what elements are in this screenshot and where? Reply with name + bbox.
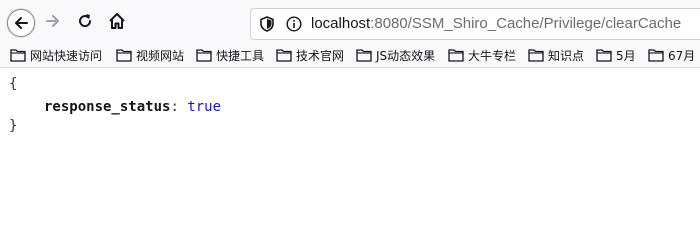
- folder-icon: [116, 48, 132, 62]
- bookmark-folder[interactable]: 大牛专栏: [448, 45, 516, 65]
- folder-icon: [196, 48, 212, 62]
- shield-icon[interactable]: [259, 16, 275, 36]
- folder-icon: [448, 48, 464, 62]
- home-button[interactable]: [102, 8, 132, 38]
- close-brace: }: [9, 118, 18, 134]
- bookmark-folder[interactable]: 网站快速访问: [10, 45, 102, 65]
- folder-icon: [648, 48, 664, 62]
- folder-icon: [528, 48, 544, 62]
- json-key: response_status: [44, 99, 171, 115]
- bookmark-label: 知识点: [548, 48, 585, 63]
- bookmark-label: JS动态效果: [376, 48, 436, 63]
- folder-icon: [10, 48, 26, 62]
- back-button[interactable]: [6, 8, 36, 38]
- reload-button[interactable]: [70, 8, 100, 38]
- json-value: true: [187, 99, 222, 115]
- bookmark-folder[interactable]: JS动态效果: [356, 45, 435, 65]
- open-brace: {: [9, 76, 18, 92]
- bookmark-label: 5月: [616, 48, 636, 63]
- bookmark-label: 视频网站: [136, 48, 185, 63]
- json-colon: :: [170, 99, 179, 115]
- url-path: :8080/SSM_Shiro_Cache/Privilege/clearCac…: [370, 15, 682, 32]
- back-arrow-icon: [7, 9, 35, 37]
- bookmark-label: 67月: [668, 48, 696, 63]
- bookmark-folder[interactable]: 视频网站: [116, 45, 184, 65]
- json-response-view: { response_status: true }: [0, 68, 700, 206]
- forward-button[interactable]: [38, 8, 68, 38]
- home-icon: [108, 12, 126, 34]
- folder-icon: [596, 48, 612, 62]
- bookmark-folder[interactable]: 知识点: [528, 45, 584, 65]
- forward-arrow-icon: [44, 12, 62, 34]
- info-icon[interactable]: [286, 16, 302, 36]
- bookmark-folder[interactable]: 快捷工具: [196, 45, 264, 65]
- bookmarks-toolbar: 网站快速访问 视频网站 快捷工具 技术官网 JS动态效果 大牛专栏 知识点 5月…: [0, 41, 700, 68]
- url-text[interactable]: localhost:8080/SSM_Shiro_Cache/Privilege…: [311, 15, 681, 32]
- bookmark-label: 网站快速访问: [30, 48, 103, 63]
- folder-icon: [356, 48, 372, 62]
- json-property-line: response_status: true: [44, 99, 221, 115]
- bookmark-folder[interactable]: 技术官网: [276, 45, 344, 65]
- bookmark-folder[interactable]: 5月: [596, 45, 636, 65]
- browser-toolbar: localhost:8080/SSM_Shiro_Cache/Privilege…: [0, 0, 700, 41]
- folder-icon: [276, 48, 292, 62]
- bookmark-label: 大牛专栏: [468, 48, 517, 63]
- address-bar[interactable]: localhost:8080/SSM_Shiro_Cache/Privilege…: [250, 8, 700, 40]
- url-host: localhost: [311, 15, 371, 32]
- reload-icon: [76, 12, 94, 34]
- bookmark-label: 技术官网: [296, 48, 345, 63]
- bookmark-label: 快捷工具: [216, 48, 265, 63]
- bookmark-folder[interactable]: 67月: [648, 45, 695, 65]
